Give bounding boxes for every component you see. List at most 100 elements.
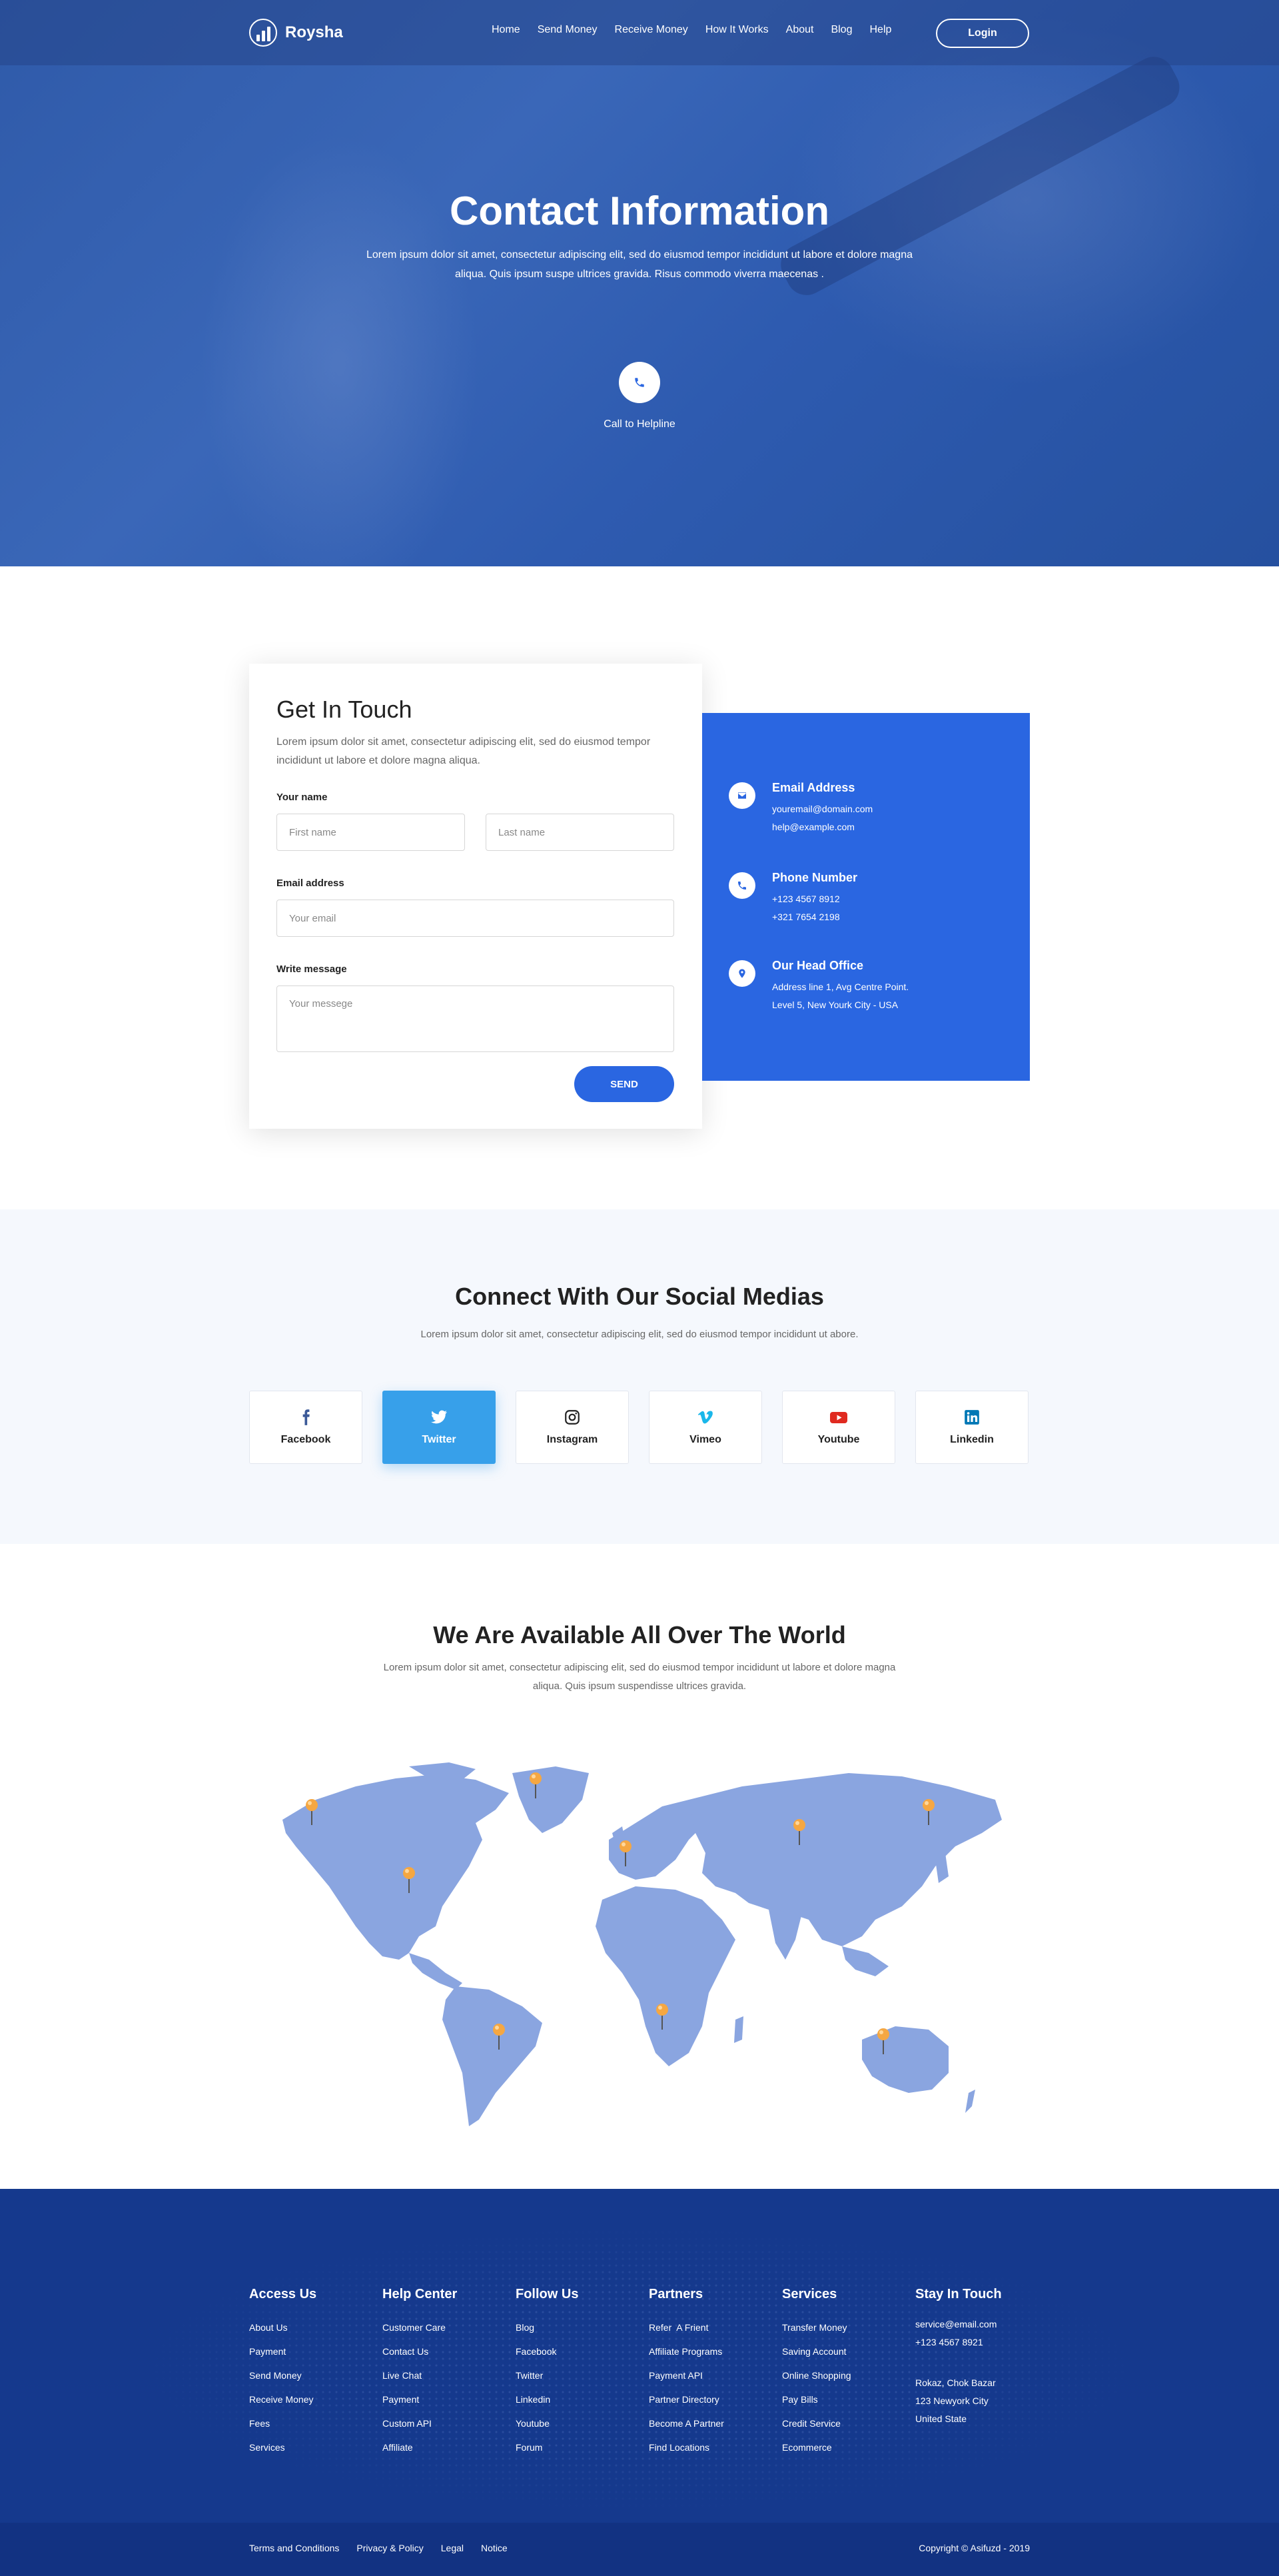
continent-greenland — [512, 1766, 589, 1833]
phone-icon — [729, 872, 755, 899]
footer-link[interactable]: Forum — [516, 2435, 649, 2459]
info-email-2[interactable]: help@example.com — [772, 818, 873, 836]
world-map — [282, 1762, 1002, 2126]
navbar: Roysha Home Send Money Receive Money How… — [0, 0, 1279, 65]
nav-link-how-it-works[interactable]: How It Works — [705, 24, 769, 36]
continent-madagascar — [734, 2016, 743, 2043]
footer-address: United State — [915, 2413, 967, 2424]
world-description: Lorem ipsum dolor sit amet, consectetur … — [383, 1662, 896, 1692]
footer-link[interactable]: Online Shopping — [782, 2363, 915, 2387]
footer-column-partners: Partners Refer A Frient Affiliate Progra… — [649, 2287, 782, 2459]
footer-link[interactable]: Send Money — [249, 2363, 382, 2387]
footer-link[interactable]: Become A Partner — [649, 2411, 782, 2435]
info-office-1: Address line 1, Avg Centre Point. — [772, 981, 909, 992]
footer-link[interactable]: Refer A Frient — [649, 2315, 782, 2339]
notice-link[interactable]: Notice — [481, 2543, 508, 2553]
social-card-instagram[interactable]: Instagram — [516, 1391, 629, 1464]
social-title: Connect With Our Social Medias — [455, 1283, 824, 1310]
footer-phone[interactable]: +123 4567 8921 — [915, 2333, 1049, 2351]
hero-section: Roysha Home Send Money Receive Money How… — [0, 0, 1279, 566]
footer-column-help-center: Help Center Customer Care Contact Us Liv… — [382, 2287, 516, 2459]
continent-africa — [596, 1886, 735, 2066]
nav-link-blog[interactable]: Blog — [831, 24, 852, 36]
brand-logo[interactable]: Roysha — [249, 19, 343, 47]
social-card-label: Instagram — [546, 1434, 598, 1445]
footer-link[interactable]: Receive Money — [249, 2387, 382, 2411]
brand-name: Roysha — [285, 23, 343, 41]
social-card-youtube[interactable]: Youtube — [782, 1391, 895, 1464]
footer-link[interactable]: Affiliate Programs — [649, 2339, 782, 2363]
info-office: Our Head Office Address line 1, Avg Cent… — [729, 959, 909, 1014]
info-email: Email Address youremail@domain.com help@… — [729, 781, 873, 836]
footer-link[interactable]: Ecommerce — [782, 2435, 915, 2459]
footer-link[interactable]: Partner Directory — [649, 2387, 782, 2411]
footer-link[interactable]: About Us — [249, 2315, 382, 2339]
footer-columns: Access Us About Us Payment Send Money Re… — [249, 2287, 1049, 2459]
footer-link[interactable]: Credit Service — [782, 2411, 915, 2435]
continent-india — [769, 1910, 802, 1960]
world-title: We Are Available All Over The World — [433, 1621, 846, 1648]
continent-south-america — [442, 1986, 542, 2126]
footer-column-title: Services — [782, 2287, 837, 2301]
send-button[interactable]: SEND — [574, 1066, 674, 1102]
social-card-twitter[interactable]: Twitter — [382, 1391, 496, 1464]
footer-link[interactable]: Blog — [516, 2315, 649, 2339]
footer-link[interactable]: Payment — [382, 2387, 516, 2411]
legal-link[interactable]: Legal — [441, 2543, 464, 2553]
nav-link-send-money[interactable]: Send Money — [538, 24, 598, 36]
nav-link-home[interactable]: Home — [492, 24, 520, 36]
call-helpline-button[interactable] — [619, 362, 660, 403]
social-card-label: Linkedin — [950, 1434, 994, 1445]
social-card-label: Vimeo — [689, 1434, 721, 1445]
login-button[interactable]: Login — [936, 19, 1029, 48]
footer-link[interactable]: Custom API — [382, 2411, 516, 2435]
continent-australia — [862, 2026, 949, 2093]
last-name-input[interactable]: Last name — [486, 814, 674, 851]
privacy-link[interactable]: Privacy & Policy — [356, 2543, 423, 2553]
social-card-facebook[interactable]: Facebook — [249, 1391, 362, 1464]
footer-email[interactable]: service@email.com — [915, 2315, 1049, 2333]
terms-link[interactable]: Terms and Conditions — [249, 2543, 339, 2553]
footer-address: 123 Newyork City — [915, 2395, 989, 2406]
instagram-icon — [565, 1410, 580, 1425]
footer-link[interactable]: Twitter — [516, 2363, 649, 2387]
footer-column-title: Partners — [649, 2287, 703, 2301]
social-card-linkedin[interactable]: Linkedin — [915, 1391, 1029, 1464]
footer-link[interactable]: Payment — [249, 2339, 382, 2363]
footer-link[interactable]: Saving Account — [782, 2339, 915, 2363]
info-phone-1[interactable]: +123 4567 8912 — [772, 890, 857, 908]
nav-link-about[interactable]: About — [786, 24, 814, 36]
footer-link[interactable]: Fees — [249, 2411, 382, 2435]
vimeo-icon — [697, 1411, 713, 1424]
footer-link[interactable]: Payment API — [649, 2363, 782, 2387]
message-textarea[interactable]: Your messege — [276, 985, 674, 1052]
first-name-input[interactable]: First name — [276, 814, 465, 851]
footer-link[interactable]: Affiliate — [382, 2435, 516, 2459]
footer-link[interactable]: Youtube — [516, 2411, 649, 2435]
footer-link[interactable]: Facebook — [516, 2339, 649, 2363]
name-label: Your name — [276, 792, 328, 803]
phone-icon — [635, 378, 644, 387]
info-phone-2[interactable]: +321 7654 2198 — [772, 908, 857, 926]
social-cards: Facebook Twitter Instagram Vimeo Youtube… — [249, 1391, 1029, 1464]
footer-link[interactable]: Transfer Money — [782, 2315, 915, 2339]
footer-link[interactable]: Services — [249, 2435, 382, 2459]
email-input[interactable]: Your email — [276, 900, 674, 937]
nav-link-help[interactable]: Help — [869, 24, 891, 36]
social-card-label: Twitter — [422, 1434, 456, 1445]
footer-address: Rokaz, Chok Bazar — [915, 2377, 996, 2388]
footer-column-title: Stay In Touch — [915, 2287, 1002, 2301]
contact-form: Get In Touch Lorem ipsum dolor sit amet,… — [249, 664, 702, 1129]
info-email-1[interactable]: youremail@domain.com — [772, 800, 873, 818]
facebook-icon — [302, 1409, 310, 1425]
footer-link[interactable]: Customer Care — [382, 2315, 516, 2339]
continent-southeast-asia — [842, 1946, 889, 1976]
footer-link[interactable]: Live Chat — [382, 2363, 516, 2387]
social-card-vimeo[interactable]: Vimeo — [649, 1391, 762, 1464]
continent-central-america — [409, 1953, 462, 1990]
footer-link[interactable]: Pay Bills — [782, 2387, 915, 2411]
footer-link[interactable]: Find Locations — [649, 2435, 782, 2459]
nav-link-receive-money[interactable]: Receive Money — [615, 24, 688, 36]
footer-link[interactable]: Contact Us — [382, 2339, 516, 2363]
footer-link[interactable]: Linkedin — [516, 2387, 649, 2411]
